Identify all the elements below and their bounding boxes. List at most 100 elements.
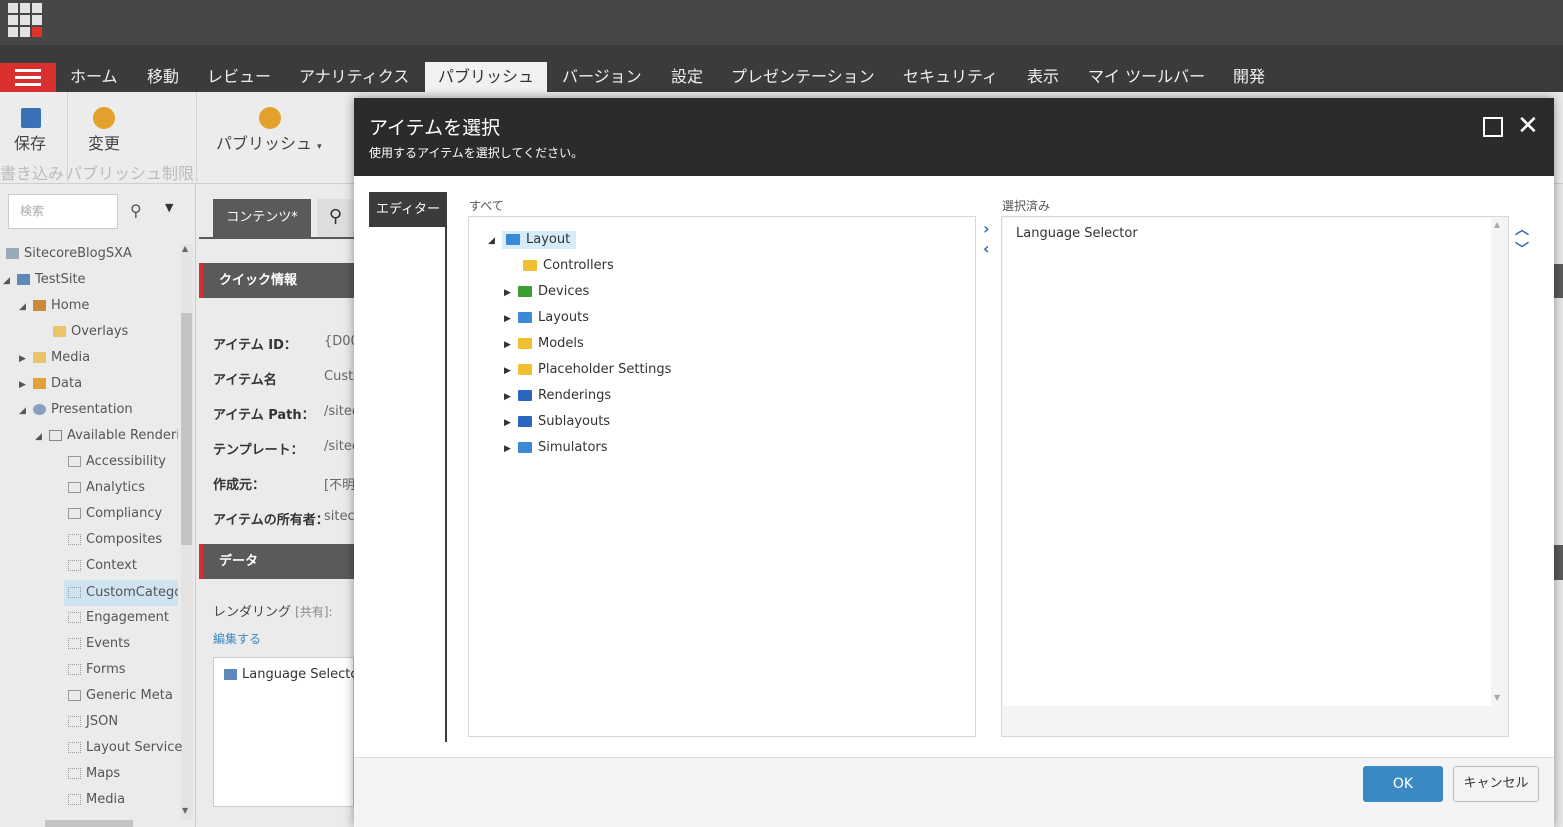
tree-item-maps[interactable]: Maps bbox=[68, 761, 120, 787]
tab-security[interactable]: セキュリティ bbox=[903, 62, 998, 92]
tree-node-label: Placeholder Settings bbox=[538, 362, 672, 377]
collapse-arrow-icon[interactable]: ◢ bbox=[19, 294, 27, 320]
move-up-arrow-icon[interactable]: ︿ bbox=[1515, 219, 1529, 239]
quick-info-header[interactable]: クイック情報 bbox=[199, 263, 354, 298]
tree-item-data[interactable]: ▶ Data bbox=[19, 371, 82, 397]
app-launcher-icon[interactable] bbox=[8, 3, 42, 37]
tree-item-available-renderings[interactable]: ◢ Available Renderings bbox=[35, 423, 178, 449]
tree-item-sitecoreblogsxa[interactable]: SitecoreBlogSXA bbox=[6, 241, 132, 267]
search-icon[interactable]: ⚲ bbox=[317, 199, 354, 237]
tree-node-devices[interactable]: ▶ Devices bbox=[504, 281, 589, 307]
expand-arrow-icon[interactable]: ▶ bbox=[504, 386, 518, 408]
tree-item-label: Generic Meta R bbox=[86, 688, 178, 703]
tree-scrollbar-thumb[interactable] bbox=[181, 313, 192, 545]
add-selected-arrow-icon[interactable]: › bbox=[983, 219, 990, 238]
selected-items-list[interactable] bbox=[1003, 218, 1491, 706]
tree-item-forms[interactable]: Forms bbox=[68, 657, 126, 683]
tree-item-customcategory[interactable]: CustomCategory bbox=[64, 580, 178, 606]
tree-node-layout-selected[interactable]: Layout bbox=[502, 231, 577, 249]
data-section-header[interactable]: データ bbox=[199, 544, 354, 579]
tab-configure[interactable]: 設定 bbox=[671, 62, 703, 92]
search-input[interactable]: 検索 bbox=[8, 194, 118, 229]
search-icon[interactable]: ⚲ bbox=[130, 201, 142, 220]
tab-home[interactable]: ホーム bbox=[70, 62, 118, 92]
tab-presentation[interactable]: プレゼンテーション bbox=[731, 62, 875, 92]
collapse-arrow-icon[interactable]: ◢ bbox=[19, 398, 27, 424]
save-icon bbox=[21, 108, 41, 128]
tab-developer[interactable]: 開発 bbox=[1233, 62, 1265, 92]
expand-arrow-icon[interactable]: ▶ bbox=[504, 360, 518, 382]
collapse-arrow-icon[interactable]: ◢ bbox=[488, 230, 502, 252]
move-down-arrow-icon[interactable]: ﹀ bbox=[1515, 239, 1529, 259]
ok-button[interactable]: OK bbox=[1363, 766, 1443, 802]
tree-item-layout-service[interactable]: Layout Service bbox=[68, 735, 182, 761]
tree-item-compliancy[interactable]: Compliancy bbox=[68, 501, 162, 527]
publish-button[interactable]: パブリッシュ ▾ bbox=[216, 130, 322, 154]
tree-item-media-renderings[interactable]: Media bbox=[68, 787, 125, 813]
tree-item-label: Presentation bbox=[51, 402, 133, 417]
tab-publish[interactable]: パブリッシュ bbox=[425, 62, 548, 92]
tab-content[interactable]: コンテンツ* bbox=[213, 199, 311, 237]
section-header-edge bbox=[1554, 545, 1563, 580]
tree-node-layouts[interactable]: ▶ Layouts bbox=[504, 307, 589, 333]
tab-editor[interactable]: エディター bbox=[369, 192, 447, 227]
remove-selected-arrow-icon[interactable]: ‹ bbox=[983, 239, 990, 258]
tree-item-composites[interactable]: Composites bbox=[68, 527, 162, 553]
tree-item-generic-meta[interactable]: Generic Meta R bbox=[68, 683, 178, 709]
chevron-down-icon[interactable]: ▼ bbox=[165, 201, 173, 214]
collapse-arrow-icon[interactable]: ◢ bbox=[35, 424, 43, 449]
tree-item-home[interactable]: ◢ Home bbox=[19, 293, 89, 319]
close-icon[interactable]: ✕ bbox=[1517, 112, 1539, 140]
tree-item-context[interactable]: Context bbox=[68, 553, 137, 579]
expand-arrow-icon[interactable]: ▶ bbox=[19, 346, 27, 372]
expand-arrow-icon[interactable]: ▶ bbox=[504, 412, 518, 434]
change-button[interactable]: 変更 bbox=[88, 130, 120, 154]
scroll-up-icon[interactable]: ▲ bbox=[182, 244, 188, 253]
selected-item[interactable]: Language Selector bbox=[1016, 226, 1138, 241]
created-from-value: [不明 bbox=[324, 478, 356, 493]
tab-review[interactable]: レビュー bbox=[207, 62, 271, 92]
expand-arrow-icon[interactable]: ▶ bbox=[19, 372, 27, 398]
dialog-title: アイテムを選択 bbox=[369, 117, 501, 139]
scroll-down-icon[interactable]: ▼ bbox=[1494, 693, 1500, 702]
tree-node-renderings[interactable]: ▶ Renderings bbox=[504, 385, 611, 411]
tree-item-label: TestSite bbox=[35, 272, 86, 287]
renderings-list-item[interactable]: Language Selector bbox=[224, 667, 354, 682]
tree-item-engagement[interactable]: Engagement bbox=[68, 605, 169, 631]
tree-node-controllers[interactable]: Controllers bbox=[523, 255, 614, 281]
tree-item-media[interactable]: ▶ Media bbox=[19, 345, 90, 371]
tree-item-presentation[interactable]: ◢ Presentation bbox=[19, 397, 133, 423]
tab-navigate[interactable]: 移動 bbox=[147, 62, 179, 92]
expand-arrow-icon[interactable]: ▶ bbox=[504, 438, 518, 460]
maximize-icon[interactable] bbox=[1483, 117, 1503, 137]
tree-node-simulators[interactable]: ▶ Simulators bbox=[504, 437, 608, 463]
tree-node-layout[interactable]: ◢ Layout bbox=[488, 229, 577, 255]
scroll-down-icon[interactable]: ▼ bbox=[182, 806, 188, 815]
horizontal-scrollbar-thumb[interactable] bbox=[45, 820, 133, 827]
tree-node-sublayouts[interactable]: ▶ Sublayouts bbox=[504, 411, 610, 437]
collapse-arrow-icon[interactable]: ◢ bbox=[3, 268, 11, 294]
tab-versions[interactable]: バージョン bbox=[562, 62, 642, 92]
hamburger-menu-icon[interactable] bbox=[0, 63, 56, 92]
tree-node-label: Simulators bbox=[538, 440, 608, 455]
edit-link[interactable]: 編集する bbox=[213, 630, 261, 647]
cancel-button[interactable]: キャンセル bbox=[1453, 766, 1539, 802]
tree-item-analytics[interactable]: Analytics bbox=[68, 475, 145, 501]
tree-item-overlays[interactable]: Overlays bbox=[53, 319, 128, 345]
save-button[interactable]: 保存 bbox=[14, 130, 46, 154]
tree-node-models[interactable]: ▶ Models bbox=[504, 333, 584, 359]
tree-item-json[interactable]: JSON bbox=[68, 709, 118, 735]
expand-arrow-icon[interactable]: ▶ bbox=[504, 334, 518, 356]
tree-node-placeholder-settings[interactable]: ▶ Placeholder Settings bbox=[504, 359, 671, 385]
tree-item-label: Media bbox=[86, 792, 126, 807]
scroll-up-icon[interactable]: ▲ bbox=[1494, 220, 1500, 229]
tab-my-toolbar[interactable]: マイ ツールバー bbox=[1088, 62, 1205, 92]
tree-item-accessibility[interactable]: Accessibility bbox=[68, 449, 166, 475]
expand-arrow-icon[interactable]: ▶ bbox=[504, 308, 518, 330]
expand-arrow-icon[interactable]: ▶ bbox=[504, 282, 518, 304]
tree-item-testsite[interactable]: ◢ TestSite bbox=[3, 267, 86, 293]
tree-item-events[interactable]: Events bbox=[68, 631, 130, 657]
all-items-label: すべて bbox=[469, 199, 504, 213]
tab-analytics[interactable]: アナリティクス bbox=[299, 62, 409, 92]
tab-view[interactable]: 表示 bbox=[1027, 62, 1059, 92]
